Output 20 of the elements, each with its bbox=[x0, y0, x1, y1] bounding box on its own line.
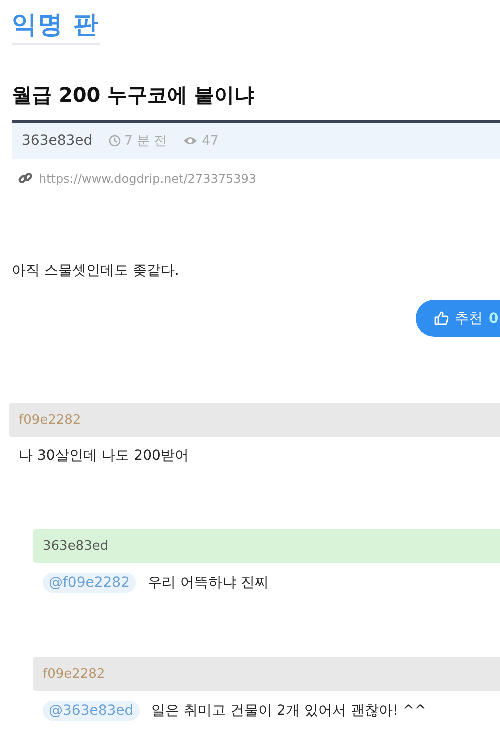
post-link[interactable]: https://www.dogdrip.net/273375393 bbox=[39, 172, 257, 186]
comment-author[interactable]: f09e2282 bbox=[19, 412, 82, 428]
comment-text: 우리 어뜩하냐 진찌 bbox=[148, 574, 269, 592]
comment-author[interactable]: 363e83ed bbox=[43, 538, 109, 554]
comment-text: 일은 취미고 건물이 2개 있어서 괜찮아! ^^ bbox=[152, 702, 426, 720]
thumbs-up-icon bbox=[434, 311, 449, 326]
post-body: 아직 스물셋인데도 좆같다. bbox=[12, 262, 180, 280]
eye-icon bbox=[183, 136, 198, 146]
clock-icon bbox=[108, 135, 121, 147]
view-count: 47 bbox=[202, 134, 219, 148]
recommend-button[interactable]: 추천 0 bbox=[416, 300, 500, 337]
comment-author[interactable]: f09e2282 bbox=[43, 666, 106, 682]
mention-tag[interactable]: @f09e2282 bbox=[43, 573, 136, 593]
post-author[interactable]: 363e83ed bbox=[22, 133, 93, 149]
board-title[interactable]: 익명 판 bbox=[12, 8, 100, 45]
comment-text: 나 30살인데 나도 200받어 bbox=[19, 447, 189, 465]
mention-tag[interactable]: @363e83ed bbox=[43, 701, 140, 721]
post-title: 월급 200 누구코에 붙이냐 bbox=[12, 82, 256, 109]
post-time: 7 분 전 bbox=[124, 133, 168, 150]
link-icon bbox=[18, 171, 33, 186]
